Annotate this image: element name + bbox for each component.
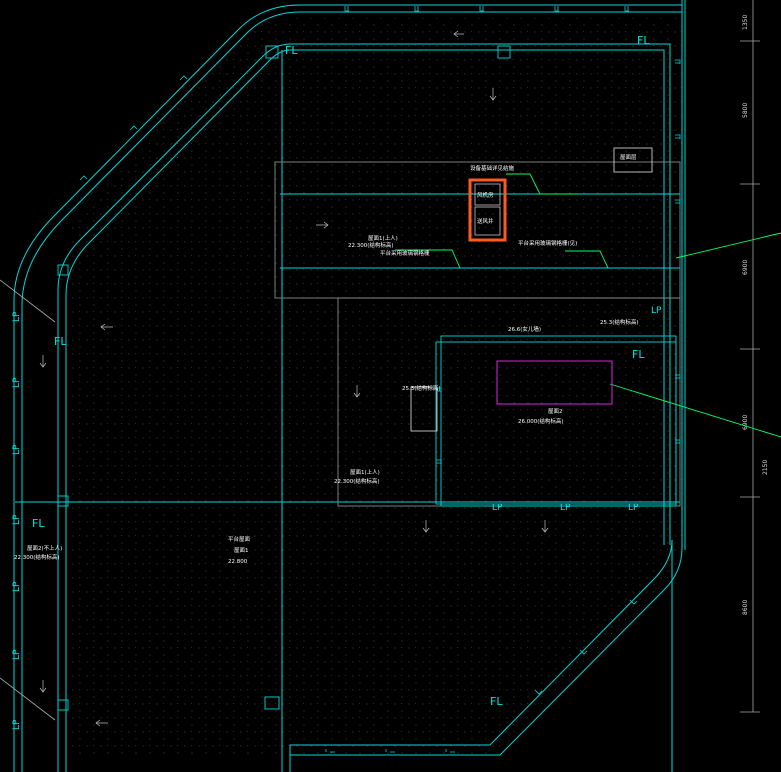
lp-label-9: LP [560,503,571,513]
roof-mid-title: 屋面1(上人) [350,468,380,476]
elev-25-3-b: 25.3(结构标高) [600,318,639,326]
lp-label-2: LP [12,377,22,388]
dim-6900-a: 6900 [742,260,749,275]
fl-label-bottom: FL [490,695,503,708]
dimension-labels: 1350 5800 6900 6900 2150 8600 [742,15,769,615]
lp-label-5: LP [12,581,22,592]
box-b-label: 送风井 [477,217,494,225]
room-label: 屋面层 [620,154,637,161]
elev-26-6: 26.6(女儿墙) [508,325,541,333]
lp-label-3: LP [12,444,22,455]
lp-label-4: LP [12,514,22,525]
note-top: 设备基础详见结施 [470,164,515,172]
center-sub: 屋面1 [234,547,249,554]
roof1-elev: 22.300(结构标高) [348,241,394,249]
roof-top-elev: 26.000(结构标高) [518,417,564,425]
roof-mid-elev: 22.300(结构标高) [334,477,380,485]
lp-label-6: LP [12,649,22,660]
dim-6900-b: 6900 [742,415,749,430]
roof2-left-elev: 22.300(结构标高) [14,553,60,561]
center-elev: 22.800 [228,559,248,565]
lp-label-10: LP [628,503,639,513]
dim-2150: 2150 [762,460,769,475]
lp-label-1: LP [12,311,22,322]
elev-25-3-a: 25.3(结构标高) [402,384,441,392]
fl-label-left: FL [54,335,67,348]
dim-5800: 5800 [742,103,749,118]
fl-label-lower-left: FL [32,517,45,530]
dim-8600: 8600 [742,600,749,615]
roof-hatch-area [70,18,682,755]
lp-label-7: LP [12,719,22,730]
dim-1350: 1350 [742,15,749,30]
roof-top-title: 屋面2 [548,408,563,415]
left-leaders [0,279,56,721]
roof-plan-drawing: 1350 5800 6900 6900 2150 8600 风机房 送风井 FL… [0,0,781,772]
lp-label-11: LP [651,306,662,316]
note-mid-left: 平台采用玻璃钢格栅 [380,249,430,257]
lp-label-8: LP [492,503,503,513]
fl-label-top-left: FL [285,44,298,57]
roof2-left-title: 屋面2(不上人) [27,544,62,552]
note-mid-right: 平台采用玻璃钢格栅(见) [518,239,577,247]
box-a-label: 风机房 [477,191,494,199]
fl-label-top-right: FL [637,34,650,47]
fl-label-right: FL [632,348,645,361]
roof1-title: 屋面1(上人) [368,234,398,242]
center-title: 平台屋面 [228,535,251,543]
